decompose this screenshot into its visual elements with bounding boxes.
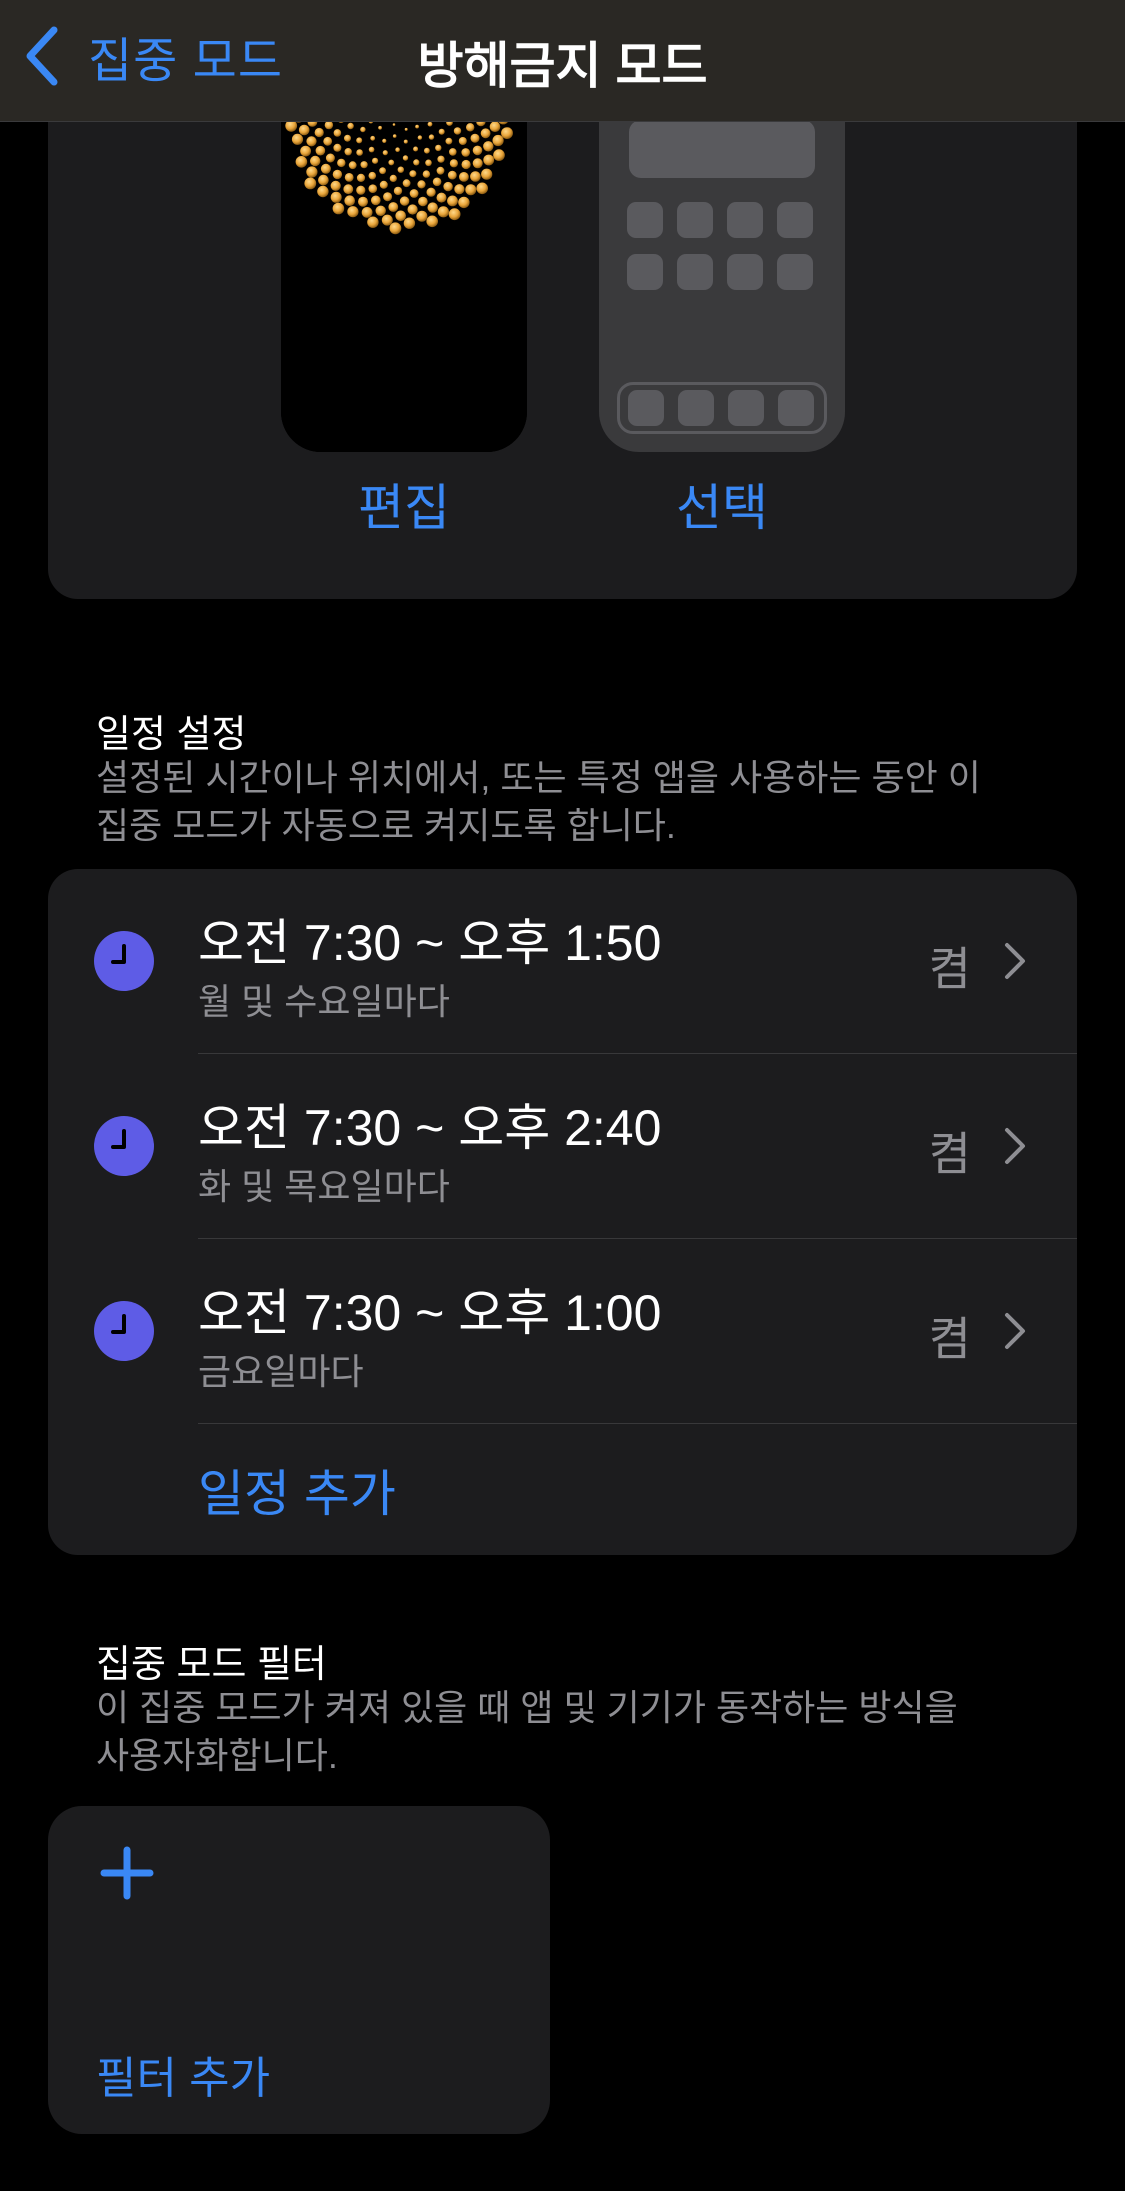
dock-icon-placeholder: [778, 390, 814, 426]
clock-icon: [94, 1301, 154, 1361]
add-filter-label: 필터 추가: [96, 2054, 271, 2103]
row-divider: [198, 1423, 1077, 1424]
add-schedule-button[interactable]: 일정 추가: [198, 1454, 396, 1526]
app-icon-placeholder: [777, 254, 813, 290]
schedule-status: 켬: [928, 943, 971, 995]
schedule-time: 오전 7:30 ~ 오후 1:00: [198, 1285, 662, 1341]
schedule-time: 오전 7:30 ~ 오후 2:40: [198, 1100, 662, 1156]
chevron-right-icon: [1005, 943, 1025, 979]
clock-icon: [94, 931, 154, 991]
dock-icon-placeholder: [628, 390, 664, 426]
dock-placeholder: [617, 382, 827, 434]
app-icon-placeholder: [677, 254, 713, 290]
schedule-description-line2: 집중 모드가 자동으로 켜지도록 합니다.: [96, 805, 676, 846]
chevron-right-icon: [1005, 1313, 1025, 1349]
choose-home-screen-button[interactable]: 선택: [599, 468, 845, 540]
schedule-days: 월 및 수요일마다: [198, 981, 450, 1022]
schedule-description-line1: 설정된 시간이나 위치에서, 또는 특정 앱을 사용하는 동안 이: [96, 757, 981, 798]
page-title: 방해금지 모드: [417, 38, 708, 94]
filters-description-line2: 사용자화합니다.: [96, 1735, 338, 1776]
schedule-time: 오전 7:30 ~ 오후 1:50: [198, 915, 662, 971]
app-icon-placeholder: [627, 254, 663, 290]
app-icon-placeholder: [777, 202, 813, 238]
schedule-days: 화 및 목요일마다: [198, 1166, 450, 1207]
app-icon-placeholder: [627, 202, 663, 238]
schedule-row[interactable]: 오전 7:30 ~ 오후 1:50 월 및 수요일마다 켬: [48, 869, 1077, 1054]
add-filter-card[interactable]: 필터 추가: [48, 1806, 550, 2134]
edit-lock-screen-button[interactable]: 편집: [281, 468, 527, 540]
schedule-status: 켬: [928, 1313, 971, 1365]
filters-description-line1: 이 집중 모드가 켜져 있을 때 앱 및 기기가 동작하는 방식을: [96, 1687, 958, 1728]
navigation-bar: 집중 모드 방해금지 모드: [0, 0, 1125, 122]
widget-placeholder: [629, 120, 815, 178]
dock-icon-placeholder: [678, 390, 714, 426]
filters-section-header: 집중 모드 필터: [96, 1644, 327, 1686]
app-icon-placeholder: [677, 202, 713, 238]
app-icon-placeholder: [727, 202, 763, 238]
dock-icon-placeholder: [728, 390, 764, 426]
schedule-days: 금요일마다: [198, 1351, 364, 1392]
schedule-status: 켬: [928, 1128, 971, 1180]
app-icon-placeholder: [727, 254, 763, 290]
chevron-right-icon: [1005, 1128, 1025, 1164]
schedule-row[interactable]: 오전 7:30 ~ 오후 1:00 금요일마다 켬: [48, 1239, 1077, 1424]
screen-customization-card: 편집 선택: [48, 60, 1077, 599]
clock-icon: [94, 1116, 154, 1176]
schedule-card: 오전 7:30 ~ 오후 1:50 월 및 수요일마다 켬 오전 7:30 ~ …: [48, 869, 1077, 1555]
schedule-section-header: 일정 설정: [96, 714, 247, 756]
plus-icon: [100, 1846, 154, 1900]
schedule-row[interactable]: 오전 7:30 ~ 오후 2:40 화 및 목요일마다 켬: [48, 1054, 1077, 1239]
